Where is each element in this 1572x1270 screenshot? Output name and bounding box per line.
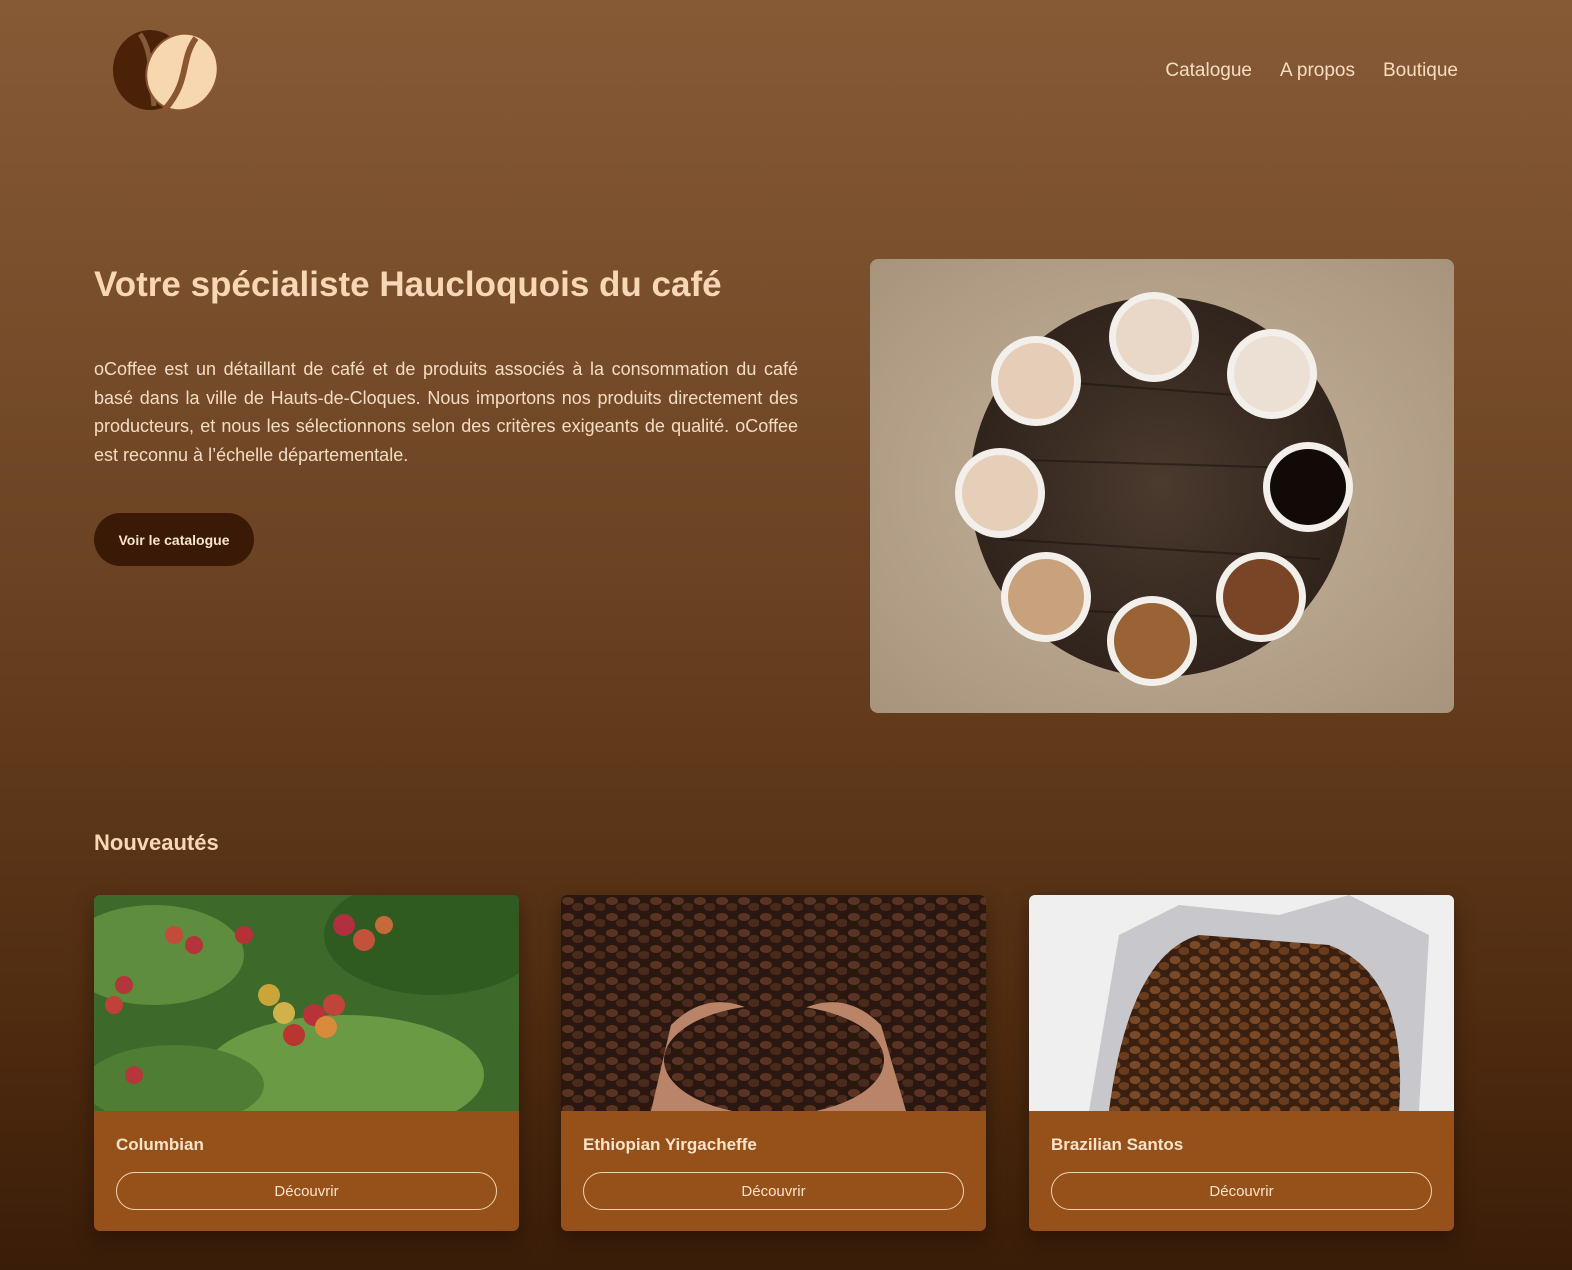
hero-title: Votre spécialiste Haucloquois du café <box>94 265 722 304</box>
product-card-brazilian-santos: Brazilian Santos Découvrir <box>1029 895 1454 1231</box>
coffee-bean-logo-icon[interactable] <box>112 30 220 112</box>
discover-button[interactable]: Découvrir <box>1051 1172 1432 1210</box>
hero-description: oCoffee est un détaillant de café et de … <box>94 359 798 465</box>
nav-catalogue-link[interactable]: Catalogue <box>1165 60 1252 82</box>
main-nav: Catalogue A propos Boutique <box>1165 60 1458 82</box>
hero-image <box>870 259 1454 713</box>
nav-about-link[interactable]: A propos <box>1280 60 1355 82</box>
view-catalogue-button[interactable]: Voir le catalogue <box>94 513 254 566</box>
product-card-ethiopian-yirgacheffe: Ethiopian Yirgacheffe Découvrir <box>561 895 986 1231</box>
product-card-columbian: Columbian Découvrir <box>94 895 519 1231</box>
nav-shop-link[interactable]: Boutique <box>1383 60 1458 82</box>
product-name: Ethiopian Yirgacheffe <box>583 1135 757 1154</box>
discover-button[interactable]: Découvrir <box>583 1172 964 1210</box>
bag-of-beans-image <box>1029 895 1454 1111</box>
hands-holding-beans-image <box>561 895 986 1111</box>
new-arrivals-title: Nouveautés <box>94 830 219 855</box>
discover-button[interactable]: Découvrir <box>116 1172 497 1210</box>
product-name: Brazilian Santos <box>1051 1135 1184 1154</box>
product-name: Columbian <box>116 1135 204 1154</box>
coffee-cherries-image <box>94 895 519 1111</box>
